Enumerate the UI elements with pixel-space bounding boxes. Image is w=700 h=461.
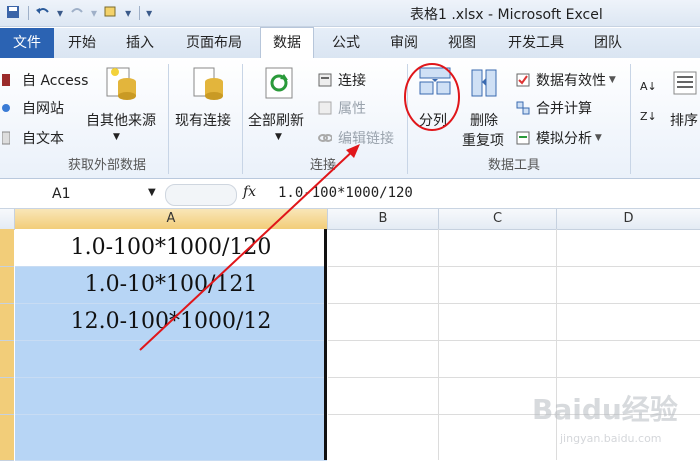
watermark-logo: Baidu经验 (532, 393, 678, 426)
watermark-url: jingyan.baidu.com (560, 432, 662, 445)
